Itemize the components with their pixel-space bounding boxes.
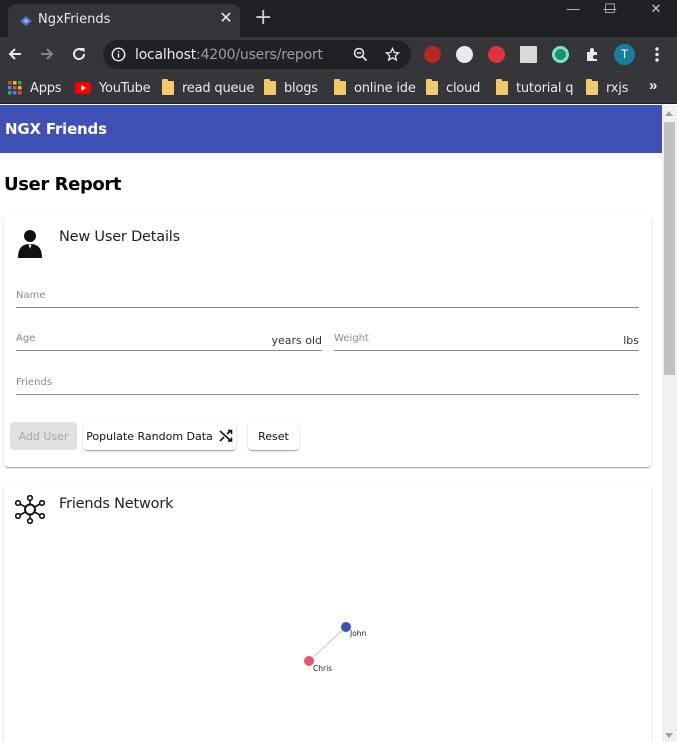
page-viewport: NGX Friends User Report New User Details… (0, 105, 662, 742)
network-node-label: Chris (313, 664, 332, 673)
youtube-extension-icon[interactable] (488, 46, 505, 63)
age-placeholder: Age (16, 333, 36, 344)
bookmark-read-queue[interactable]: read queue (162, 79, 254, 97)
bookmarks-overflow-icon[interactable]: » (649, 77, 657, 94)
populate-label: Populate Random Data (86, 429, 213, 443)
friends-network-graph[interactable]: John Chris (4, 483, 651, 742)
ublock-extension-icon[interactable] (424, 46, 441, 63)
add-user-label: Add User (18, 429, 69, 443)
browser-toolbar: localhost:4200/users/report T (0, 37, 677, 72)
reload-icon[interactable] (70, 45, 88, 63)
age-suffix: years old (271, 334, 322, 347)
youtube-icon (75, 82, 91, 94)
tab-title: NgxFriends (38, 12, 111, 27)
shuffle-icon (219, 429, 233, 442)
app-favicon-icon (20, 16, 32, 26)
url-host: localhost (135, 47, 197, 63)
populate-random-data-button[interactable]: Populate Random Data (83, 422, 236, 450)
friends-field[interactable]: Friends (16, 377, 639, 395)
bookmark-label: Apps (30, 80, 62, 96)
app-title[interactable]: NGX Friends (5, 120, 107, 138)
bookmark-apps[interactable]: Apps (8, 79, 62, 97)
folder-icon (264, 79, 276, 95)
bookmark-rxjs[interactable]: rxjs (586, 79, 628, 97)
apps-grid-icon (8, 81, 22, 95)
bookmark-label: tutorial q (516, 80, 574, 96)
folder-icon (334, 79, 346, 95)
name-field[interactable]: Name (16, 290, 639, 308)
weight-suffix: lbs (623, 334, 639, 347)
page-scrollbar[interactable] (662, 105, 677, 742)
card-title: New User Details (59, 229, 180, 245)
tab-close-icon[interactable]: ✕ (218, 11, 234, 27)
bookmark-youtube[interactable]: YouTube (75, 79, 151, 97)
new-tab-button[interactable]: + (254, 7, 272, 29)
folder-icon (496, 79, 508, 95)
url-path: :4200/users/report (196, 47, 323, 63)
profile-avatar[interactable]: T (614, 44, 635, 65)
bookmark-star-icon[interactable] (385, 47, 400, 62)
browser-tab[interactable]: NgxFriends ✕ (8, 4, 240, 37)
window-minimize-icon[interactable]: — (556, 0, 590, 20)
reset-label: Reset (258, 429, 289, 443)
add-user-button[interactable]: Add User (10, 422, 77, 450)
reset-button[interactable]: Reset (248, 422, 299, 450)
window-close-icon[interactable]: ✕ (639, 0, 673, 20)
zoom-out-icon[interactable] (353, 47, 368, 62)
bookmark-label: rxjs (606, 80, 629, 96)
weight-placeholder: Weight (334, 333, 369, 344)
network-node-label: John (349, 629, 367, 638)
app-toolbar: NGX Friends (0, 105, 662, 153)
scroll-thumb[interactable] (664, 122, 675, 375)
name-placeholder: Name (16, 290, 46, 301)
network-link (308, 626, 347, 662)
back-arrow-icon[interactable] (6, 45, 24, 63)
forward-arrow-icon[interactable] (38, 45, 56, 63)
bookmark-online-ide[interactable]: online ide (334, 79, 416, 97)
extensions-puzzle-icon[interactable] (584, 46, 601, 63)
bookmark-blogs[interactable]: blogs (264, 79, 318, 97)
friends-placeholder: Friends (16, 377, 52, 388)
bookmark-tutorial-q[interactable]: tutorial q (496, 79, 574, 97)
folder-icon (586, 79, 598, 95)
browser-menu-icon[interactable] (650, 46, 664, 63)
extension-dots-icon[interactable] (456, 46, 473, 63)
folder-icon (426, 79, 438, 95)
mmra-extension-icon[interactable] (520, 46, 537, 63)
scroll-up-arrow-icon[interactable] (665, 111, 673, 116)
bookmarks-bar: Apps YouTube read queue blogs online ide… (0, 72, 677, 104)
target-extension-icon[interactable] (552, 46, 569, 63)
bookmark-label: cloud (446, 80, 481, 96)
page-title: User Report (4, 174, 122, 195)
site-info-icon[interactable] (111, 47, 126, 62)
bookmark-label: YouTube (99, 80, 151, 96)
bookmark-label: read queue (182, 80, 255, 96)
age-field[interactable]: Age years old (16, 333, 322, 351)
window-maximize-icon[interactable]: ☐ (593, 0, 627, 20)
scroll-down-arrow-icon[interactable] (665, 733, 673, 738)
user-avatar-icon (18, 230, 42, 258)
bookmark-cloud[interactable]: cloud (426, 79, 480, 97)
weight-field[interactable]: Weight lbs (334, 333, 639, 351)
new-user-card: New User Details Name Age years old Weig… (4, 216, 651, 467)
friends-network-card: Friends Network John Chris (4, 483, 651, 742)
folder-icon (162, 79, 174, 95)
bookmark-label: blogs (284, 80, 318, 96)
url-text[interactable]: localhost:4200/users/report (135, 47, 323, 63)
address-bar[interactable]: localhost:4200/users/report (103, 40, 411, 69)
bookmark-label: online ide (354, 80, 416, 96)
